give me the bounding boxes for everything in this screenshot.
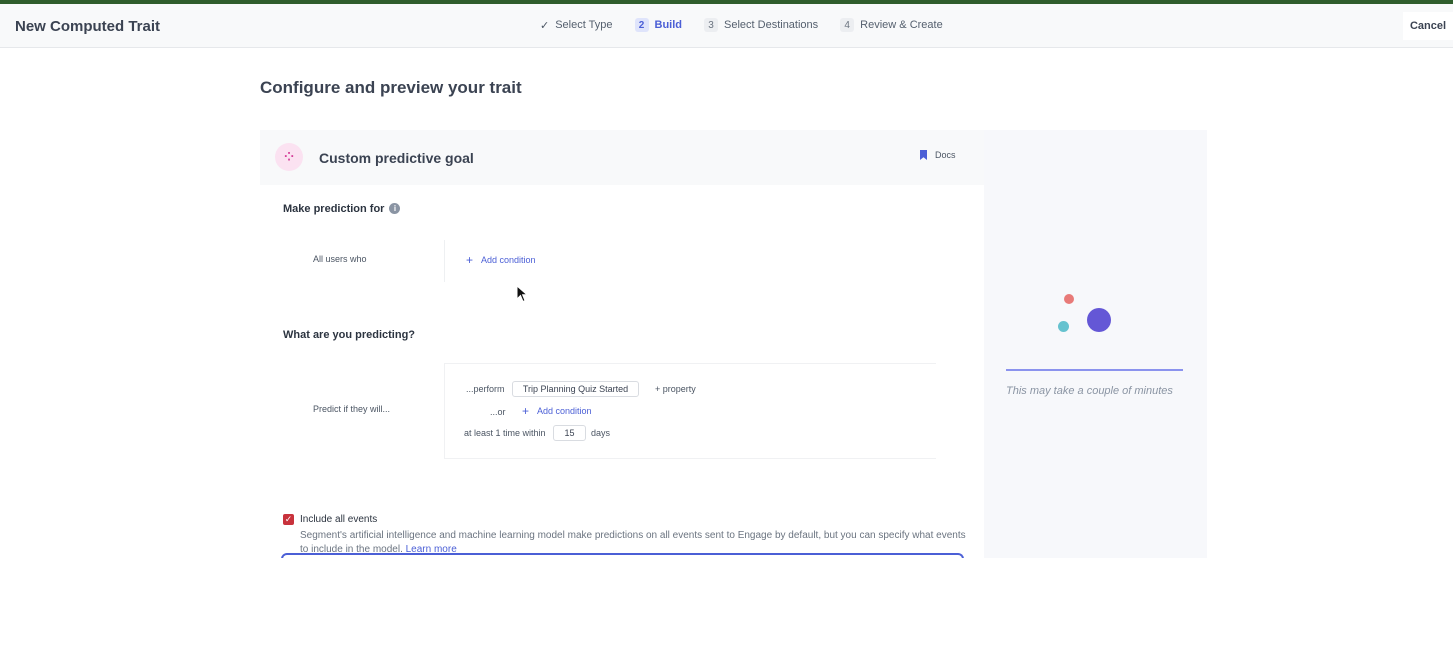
description-text: Segment's artificial intelligence and ma… [300, 530, 966, 555]
add-condition-button[interactable]: + Add condition [466, 252, 536, 267]
section-label: Make prediction for [283, 203, 385, 215]
loading-text: This may take a couple of minutes [1006, 385, 1173, 397]
step-number: 3 [704, 18, 718, 32]
focused-field-outline [281, 553, 964, 558]
loading-dot-purple [1087, 308, 1111, 332]
days-input[interactable]: 15 [553, 425, 586, 441]
include-all-events-checkbox[interactable]: ✓ [283, 514, 294, 525]
plus-icon: + [466, 252, 474, 267]
add-condition-label: Add condition [537, 406, 592, 416]
trait-config-card: ⁘ Custom predictive goal Docs Make predi… [260, 130, 984, 558]
predictive-goal-icon: ⁘ [275, 143, 303, 171]
divider [444, 240, 445, 282]
loading-dot-teal [1058, 321, 1069, 332]
step-select-type[interactable]: ✓ Select Type [540, 19, 613, 32]
step-label: Select Destinations [724, 19, 819, 31]
mouse-cursor-icon [516, 285, 528, 303]
bookmark-icon [920, 150, 927, 160]
event-select[interactable]: Trip Planning Quiz Started [512, 381, 639, 397]
add-property-button[interactable]: + property [655, 384, 696, 394]
loading-dot-red [1064, 294, 1074, 304]
step-select-destinations[interactable]: 3 Select Destinations [704, 18, 818, 32]
page-title: Configure and preview your trait [260, 78, 522, 97]
predict-if-label: Predict if they will... [313, 404, 391, 414]
card-title: Custom predictive goal [319, 150, 474, 166]
cancel-button[interactable]: Cancel [1403, 12, 1453, 40]
header: New Computed Trait ✓ Select Type 2 Build… [0, 4, 1453, 48]
or-label: ...or [490, 407, 506, 417]
days-label: days [591, 428, 611, 438]
step-label: Build [654, 19, 683, 31]
frequency-label: at least 1 time within [464, 428, 546, 438]
stepper: ✓ Select Type 2 Build 3 Select Destinati… [540, 18, 965, 32]
page-header-title: New Computed Trait [15, 18, 161, 35]
all-users-label: All users who [313, 254, 367, 264]
loading-progress-bar [1006, 369, 1183, 371]
step-label: Review & Create [860, 19, 943, 31]
docs-label: Docs [935, 150, 956, 160]
add-or-condition-button[interactable]: + Add condition [522, 403, 592, 418]
include-all-events-label: Include all events [300, 514, 378, 525]
step-label: Select Type [555, 19, 613, 31]
card-header: ⁘ Custom predictive goal Docs [260, 130, 984, 185]
step-build[interactable]: 2 Build [634, 18, 683, 32]
predicting-heading: What are you predicting? [283, 329, 416, 341]
plus-icon: + [522, 403, 530, 418]
add-condition-label: Add condition [481, 255, 536, 265]
perform-label: ...perform [466, 384, 505, 394]
info-icon[interactable]: i [389, 203, 401, 214]
docs-link[interactable]: Docs [920, 150, 956, 160]
preview-panel: This may take a couple of minutes [984, 130, 1207, 558]
make-prediction-heading: Make prediction for i [283, 203, 401, 215]
step-number: 2 [634, 18, 649, 32]
check-icon: ✓ [540, 19, 550, 32]
step-review-create[interactable]: 4 Review & Create [840, 18, 943, 32]
step-number: 4 [840, 18, 855, 32]
prediction-condition-box [444, 363, 936, 459]
